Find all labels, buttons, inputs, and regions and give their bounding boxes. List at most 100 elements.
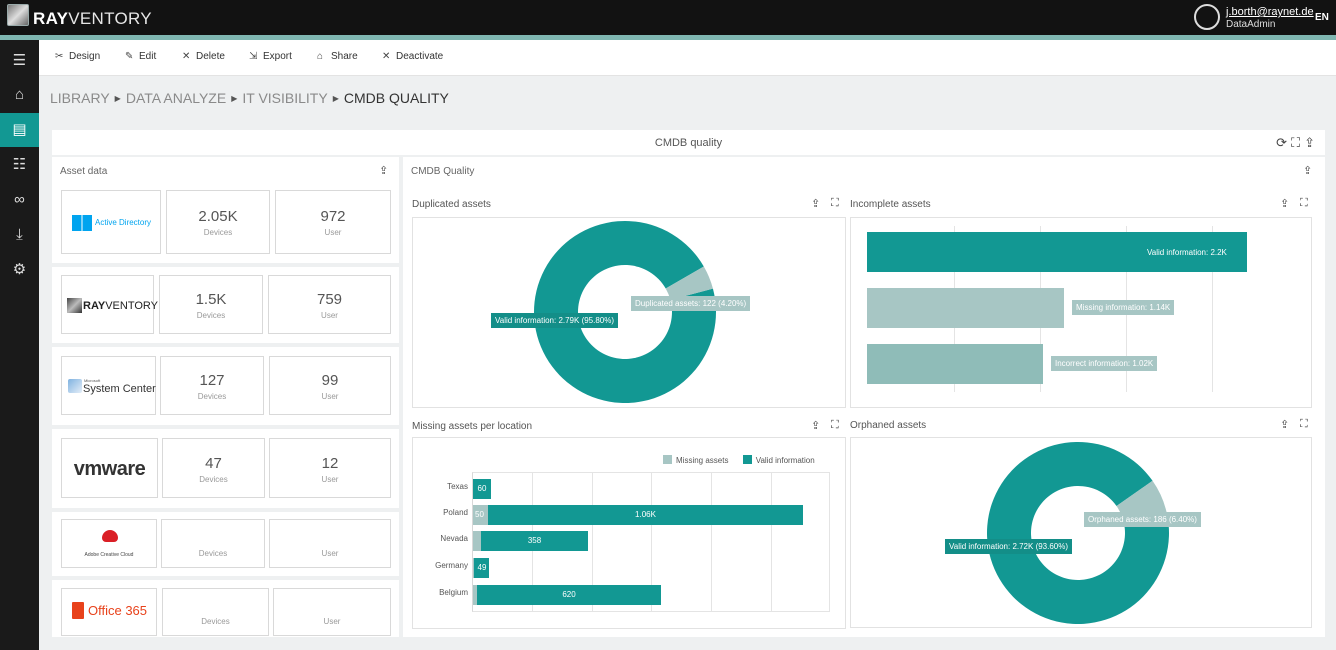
fullscreen-icon[interactable]: ⛶ (1291, 135, 1304, 150)
design-button[interactable]: ✂ Design (55, 51, 100, 62)
pie-slice-valid[interactable] (534, 220, 716, 403)
cmdb-panel-title: CMDB Quality (411, 166, 475, 177)
bar-missing-information[interactable] (867, 288, 1064, 328)
breadcrumb-it-visibility[interactable]: IT VISIBILITY (242, 90, 327, 106)
dashboard-title: CMDB quality (654, 137, 723, 149)
legend-missing[interactable]: Missing assets (663, 455, 728, 465)
adobe-creative-cloud-icon (102, 530, 118, 542)
user-label: User (324, 228, 342, 237)
user-email-link[interactable]: j.borth@raynet.de (1226, 6, 1314, 18)
breadcrumb-library[interactable]: LIBRARY (50, 90, 110, 106)
sidebar: ☰ ⌂ ▤ ☷ ∞ ⤓ ⚙ (0, 40, 39, 650)
share-icon[interactable]: ⇪ (811, 419, 820, 432)
share-icon[interactable]: ⇪ (1280, 197, 1289, 210)
devices-label: Devices (197, 392, 227, 401)
delete-button[interactable]: ✕ Delete (182, 51, 225, 62)
brand-label: RAYVENTORY (83, 300, 158, 312)
asset-data-panel: Asset data ⇪ Active Directory 2.05K Devi… (52, 157, 399, 263)
user-avatar-icon[interactable] (1194, 4, 1220, 30)
devices-value: 1.5K (195, 291, 227, 308)
app-logo[interactable]: RAYVENTORY (33, 9, 152, 29)
chart-duplicated-assets: Valid information: 2.79K (95.80%) Duplic… (412, 217, 846, 408)
language-selector[interactable]: EN (1315, 12, 1329, 23)
user-box[interactable]: User (273, 588, 391, 636)
devices-box[interactable]: Devices (161, 519, 265, 568)
user-box[interactable]: 972 User (275, 190, 391, 254)
data-label-incorrect: Incorrect information: 1.02K (1051, 356, 1158, 371)
share-icon[interactable]: ⇪ (811, 197, 820, 210)
chart-incomplete-assets: Valid information: 2.2K Missing informat… (850, 217, 1312, 408)
devices-label: Devices (203, 228, 233, 237)
link-icon[interactable]: ∞ (0, 183, 39, 217)
toolbar: ✂ Design ✎ Edit ✕ Delete ⇲ Export ⌂ Share ✕ De… (39, 40, 1336, 76)
data-label-valid: 49 (477, 563, 487, 572)
list-icon[interactable]: ☷ (0, 148, 39, 182)
pie-slice-valid[interactable] (987, 441, 1169, 624)
chart-title-duplicated: Duplicated assets (412, 199, 491, 210)
devices-label: Devices (199, 475, 228, 484)
devices-box[interactable]: 1.5K Devices (159, 275, 263, 334)
user-label: User (321, 311, 338, 320)
brand-box-adobe[interactable]: Adobe Creative Cloud (61, 519, 157, 568)
brand-box-system-center[interactable]: Microsoft System Center (61, 356, 156, 415)
share-icon[interactable]: ⇪ (1304, 135, 1319, 150)
category-label: Germany (435, 561, 468, 570)
user-value: 759 (316, 291, 343, 308)
download-icon[interactable]: ⤓ (0, 218, 39, 252)
brand-box-rayventory[interactable]: RAYVENTORY (61, 275, 158, 334)
user-settings-icon[interactable]: ⚙ (0, 253, 39, 287)
share-icon[interactable]: ⇪ (1303, 164, 1312, 177)
close-icon: ✕ (382, 51, 391, 62)
menu-icon[interactable]: ☰ (0, 44, 39, 78)
system-center-logo-icon (68, 379, 82, 393)
logo-icon (7, 4, 29, 26)
asset-row-vmware: vmware 47 Devices 12 User (52, 429, 399, 508)
legend-swatch-valid (742, 455, 752, 464)
devices-box[interactable]: Devices (162, 588, 269, 636)
user-box[interactable]: 99 User (269, 356, 391, 415)
devices-label: Devices (201, 617, 230, 626)
brand-box-office365[interactable]: Office 365 (61, 588, 157, 636)
category-label: Nevada (440, 534, 468, 543)
brand-box-vmware[interactable]: vmware (61, 438, 158, 498)
devices-box[interactable]: 2.05K Devices (166, 190, 270, 254)
devices-box[interactable]: 47 Devices (162, 438, 265, 498)
expand-icon[interactable]: ⛶ (831, 197, 839, 210)
chart-orphaned-assets: Valid information: 2.72K (93.60%) Orphan… (850, 437, 1312, 628)
user-box[interactable]: User (269, 519, 391, 568)
share-icon[interactable]: ⇪ (379, 164, 388, 177)
data-label-valid: Valid information: 2.2K (1147, 248, 1227, 257)
devices-box[interactable]: 127 Devices (160, 356, 264, 415)
chart-title-missing-location: Missing assets per location (412, 421, 533, 432)
dashboard-icon[interactable]: ▤ (0, 113, 39, 147)
bar-incorrect-information[interactable] (867, 344, 1043, 384)
chart-missing-per-location: Missing assets Valid information 60 50 1.0… (412, 437, 846, 629)
brand-box-active-directory[interactable]: Active Directory (61, 190, 161, 254)
user-box[interactable]: 12 User (269, 438, 391, 498)
user-box[interactable]: 759 User (268, 275, 391, 334)
breadcrumb-separator-icon: ▶ (231, 94, 238, 103)
legend-valid[interactable]: Valid information (742, 455, 815, 465)
breadcrumb-data-analyze[interactable]: DATA ANALYZE (126, 90, 226, 106)
expand-icon[interactable]: ⛶ (831, 419, 839, 432)
expand-icon[interactable]: ⛶ (1300, 418, 1308, 431)
expand-icon[interactable]: ⛶ (1300, 197, 1308, 210)
pencil-icon: ✎ (125, 51, 134, 62)
refresh-icon[interactable]: ⟳ (1276, 135, 1291, 150)
chart-title-incomplete: Incomplete assets (850, 199, 931, 210)
export-button[interactable]: ⇲ Export (249, 51, 292, 62)
brand-label: vmware (73, 458, 146, 480)
devices-value: 2.05K (198, 208, 238, 225)
bar-missing-assets[interactable] (473, 531, 481, 551)
share-button[interactable]: ⌂ Share (317, 51, 358, 62)
category-label: Belgium (439, 588, 468, 597)
breadcrumb-current: CMDB QUALITY (343, 90, 449, 106)
edit-button[interactable]: ✎ Edit (125, 51, 156, 62)
asset-row-rayventory: RAYVENTORY 1.5K Devices 759 User (52, 267, 399, 343)
deactivate-button[interactable]: ✕ Deactivate (382, 51, 443, 62)
rayventory-logo-icon (67, 298, 82, 313)
share-icon[interactable]: ⇪ (1280, 418, 1289, 431)
home-icon[interactable]: ⌂ (0, 78, 39, 112)
windows-logo-icon (72, 215, 92, 231)
brand-label: Adobe Creative Cloud (84, 552, 134, 558)
